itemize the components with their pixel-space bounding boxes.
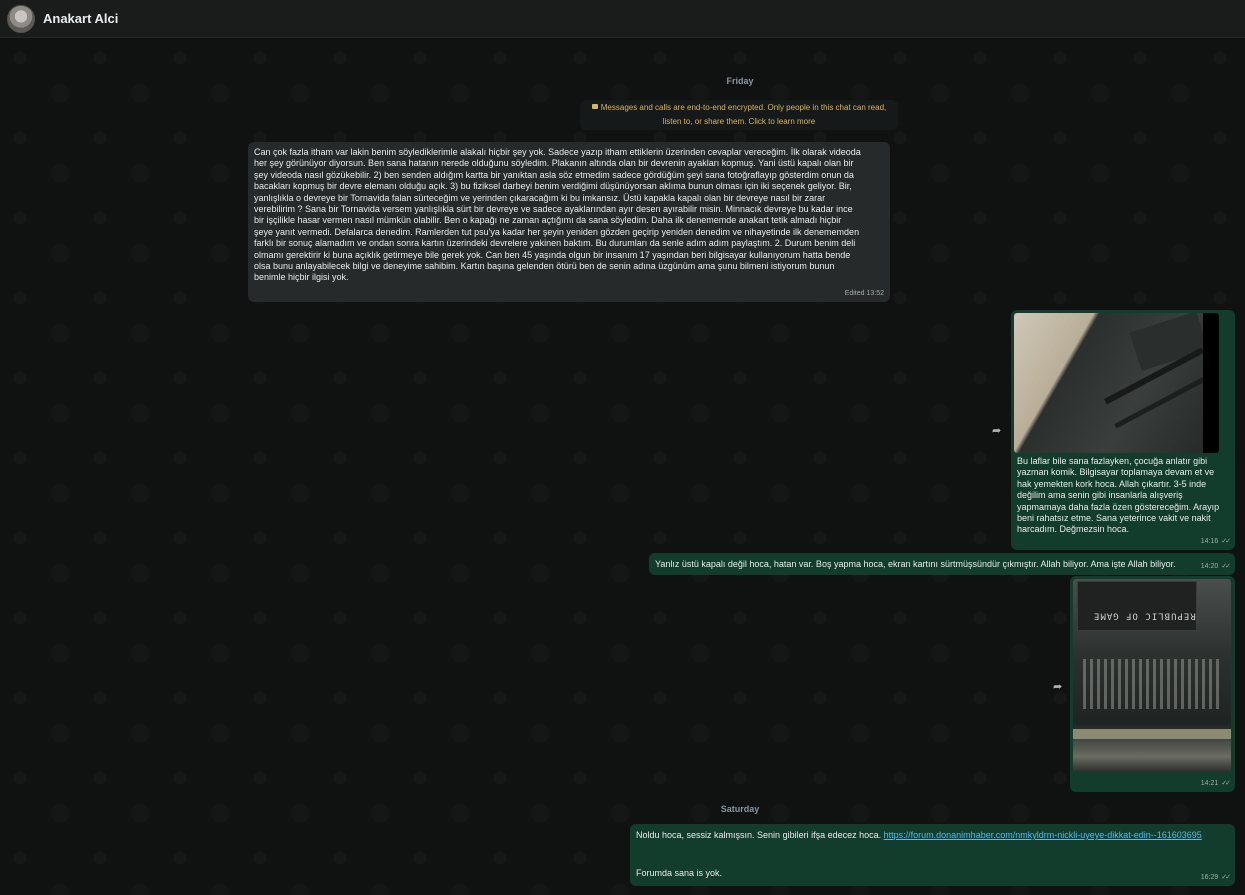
message-link[interactable]: https://forum.donanimhaber.com/nmkyldrm-… — [884, 830, 1202, 840]
read-ticks-icon: ✓✓ — [1221, 537, 1231, 545]
message-line: her şey görünüyor diyorsun. Ben sana hat… — [254, 158, 854, 169]
message-time: 14:20 — [1200, 562, 1219, 570]
lock-icon — [591, 104, 598, 109]
forward-icon[interactable]: ➦ — [1053, 680, 1065, 693]
message-time: 14:21 — [1200, 779, 1219, 787]
message-line: verebilirim ? Sana bir Tornavida versem … — [254, 204, 853, 215]
chat-area: Friday Messages and calls are end-to-end… — [0, 38, 1245, 895]
message-line: olsa bunu anlayabilecek bilgi ve deneyim… — [254, 261, 835, 272]
message-time: 14:16 — [1200, 537, 1219, 545]
contact-name[interactable]: Anakart Alci — [43, 11, 118, 26]
message-meta: Edited 13:52 — [844, 289, 884, 297]
message-outgoing[interactable]: Yanlız üstü kapalı değil hoca, hatan var… — [649, 553, 1235, 575]
message-meta: 14:21 ✓✓ — [1200, 778, 1231, 789]
message-text: Bu laflar bile sana fazlayken, çocuğa an… — [1017, 456, 1227, 536]
chat-header: Anakart Alci — [0, 0, 1245, 38]
message-line: beni rahatsız etme. Sana yeterince vakit… — [1017, 513, 1211, 524]
forward-icon[interactable]: ➦ — [992, 424, 1004, 437]
message-line: Can çok fazla itham var lakin benim söyl… — [254, 147, 861, 157]
contact-avatar[interactable] — [7, 5, 35, 33]
message-meta: 14:20 ✓✓ — [1200, 561, 1231, 572]
message-text: Can çok fazla itham var lakin benim söyl… — [254, 147, 884, 284]
read-ticks-icon: ✓✓ — [1221, 873, 1231, 881]
message-outgoing-link[interactable]: Noldu hoca, sessiz kalmışsın. Senin gibi… — [630, 824, 1235, 886]
encryption-text-2: listen to, or share them. Click to learn… — [662, 117, 816, 126]
message-line: benimle hiçbir ilgisi yok. — [254, 272, 349, 283]
encryption-notice[interactable]: Messages and calls are end-to-end encryp… — [580, 100, 898, 130]
message-text-2: Forumda sana is yok. — [636, 868, 723, 878]
message-line: şeye yanıt vermedi. Defalarca denedim. R… — [254, 226, 860, 237]
message-line: yapmamaya daha fazla özen göstereceğim. … — [1017, 501, 1220, 512]
message-line: şey videoda nasıl gözükebilir. 2) ben se… — [254, 169, 854, 180]
message-time: 16:29 — [1200, 873, 1219, 881]
message-meta: 14:16 ✓✓ — [1200, 536, 1231, 547]
photo-brand-text: REPUBLIC OF GAME — [1093, 610, 1196, 621]
date-separator-saturday: Saturday — [720, 804, 760, 814]
read-ticks-icon: ✓✓ — [1221, 779, 1231, 787]
encryption-text-1: Messages and calls are end-to-end encryp… — [600, 103, 887, 112]
message-text: Yanlız üstü kapalı değil hoca, hatan var… — [655, 559, 1176, 569]
message-line: değilim ama senin gibi insanlarla alışve… — [1017, 490, 1183, 501]
message-meta: 16:29 ✓✓ — [1200, 872, 1231, 883]
message-incoming[interactable]: Can çok fazla itham var lakin benim söyl… — [248, 142, 890, 302]
date-separator-friday: Friday — [726, 76, 754, 86]
message-photo[interactable] — [1014, 313, 1219, 453]
message-text: Noldu hoca, sessiz kalmışsın. Senin gibi… — [636, 830, 882, 840]
read-ticks-icon: ✓✓ — [1221, 562, 1231, 570]
message-line: bir işçilikle hasar vermen nasıl mümkün … — [254, 215, 842, 226]
message-outgoing-image[interactable]: REPUBLIC OF GAME 14:21 ✓✓ — [1070, 576, 1235, 792]
message-line: yazman komik. Bilgisayar toplamaya devam… — [1017, 467, 1215, 478]
message-line: farklı bir sonuç alamadım ve ondan sonra… — [254, 238, 856, 249]
message-line: yanlışlıkla o devreye bir Tornavida fala… — [254, 192, 826, 203]
message-line: bacakları kopmuş bir devre elemanı olduğ… — [254, 181, 852, 192]
message-line: hak yemekten kork hoca. Allah çıkartır. … — [1017, 478, 1207, 489]
message-text-line: Noldu hoca, sessiz kalmışsın. Senin gibi… — [636, 830, 1229, 841]
message-outgoing-image[interactable]: Bu laflar bile sana fazlayken, çocuğa an… — [1011, 310, 1235, 550]
message-line: olmamı gerektirir ki buna açıklık getirm… — [254, 249, 851, 260]
message-photo[interactable]: REPUBLIC OF GAME — [1073, 579, 1231, 772]
message-line: Bu laflar bile sana fazlayken, çocuğa an… — [1017, 456, 1208, 466]
message-line: harcadım. Değmezsin hoca. — [1017, 524, 1130, 535]
